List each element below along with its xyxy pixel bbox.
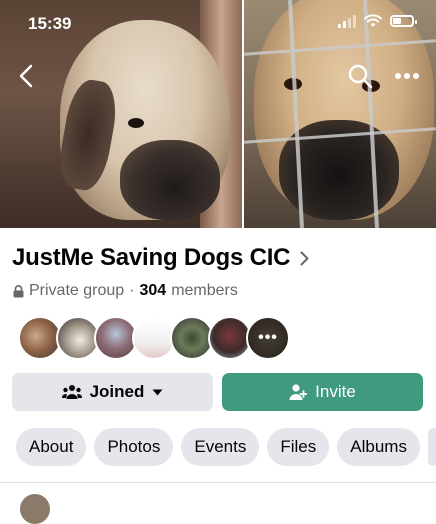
add-person-icon (289, 384, 308, 400)
search-button[interactable] (346, 62, 374, 90)
cover-photo-right-dog (244, 0, 436, 228)
tab-next-partial[interactable] (427, 428, 436, 466)
tab-about[interactable]: About (16, 428, 87, 466)
battery-icon (390, 15, 417, 27)
chevron-right-icon (300, 251, 309, 265)
section-divider (0, 482, 436, 483)
more-members-indicator: ••• (248, 318, 288, 358)
meta-separator: · (129, 282, 135, 299)
dog-muzzle (120, 140, 220, 220)
member-avatars[interactable]: ••• (18, 316, 290, 360)
tab-photos[interactable]: Photos (94, 428, 174, 466)
tab-albums[interactable]: Albums (337, 428, 420, 466)
group-members-icon (61, 385, 82, 399)
dog-eye (128, 118, 144, 128)
joined-button[interactable]: Joined (12, 373, 213, 411)
member-count[interactable]: 304 (140, 282, 167, 300)
tab-events[interactable]: Events (181, 428, 260, 466)
more-members-avatar[interactable]: ••• (246, 316, 290, 360)
cover-photo-left-dog (0, 0, 242, 228)
group-title-row[interactable]: JustMe Saving Dogs CIC (12, 244, 309, 272)
lock-icon (13, 284, 24, 297)
cellular-signal-icon (338, 14, 356, 28)
search-icon (348, 64, 373, 89)
group-meta: Private group · 304 members (13, 282, 238, 300)
chevron-left-icon (19, 64, 33, 88)
invite-button[interactable]: Invite (222, 373, 423, 411)
joined-label: Joined (89, 382, 145, 401)
back-button[interactable] (12, 62, 40, 90)
invite-label: Invite (315, 382, 356, 401)
group-name: JustMe Saving Dogs CIC (12, 244, 291, 271)
privacy-label: Private group (29, 282, 125, 299)
more-options-button[interactable] (392, 62, 422, 90)
members-label[interactable]: members (171, 282, 238, 300)
status-time: 15:39 (28, 14, 72, 33)
avatar[interactable] (20, 494, 50, 524)
group-tabs: About Photos Events Files Albums (16, 428, 436, 466)
caret-down-icon (152, 389, 163, 395)
wifi-icon (364, 14, 382, 27)
group-cover-photo[interactable] (0, 0, 436, 228)
status-icons (338, 14, 417, 28)
tab-files[interactable]: Files (267, 428, 330, 466)
more-dots-icon (395, 73, 419, 79)
